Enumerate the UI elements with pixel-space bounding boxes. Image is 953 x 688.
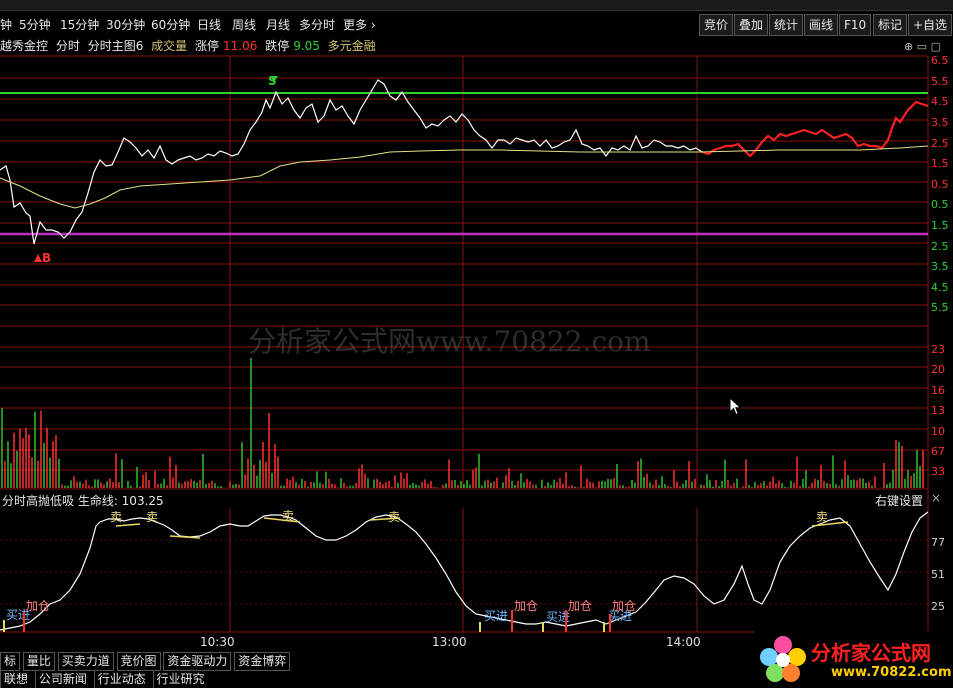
sell-signal: 卖 [282, 509, 294, 523]
volume-axis-label: 67 [931, 445, 945, 458]
price-axis-label: 0.5 [931, 198, 949, 211]
tab-fund-game[interactable]: 资金博弈 [234, 652, 291, 671]
price-panel: SB [0, 74, 929, 265]
average-price-line [0, 145, 929, 209]
price-axis-label: 4.5 [931, 281, 949, 294]
price-axis-label: 0.5 [931, 178, 949, 191]
price-axis-label: 6.5 [931, 54, 949, 67]
site-logo: 分析家公式网 www.70822.com [755, 631, 953, 688]
sell-signal: 卖 [388, 510, 400, 524]
add-position-signal: 加仓 [612, 599, 636, 613]
price-axis-label: 2.5 [931, 240, 949, 253]
tab-industry-research[interactable]: 行业研究 [152, 671, 208, 688]
tab-industry-news[interactable]: 行业动态 [93, 671, 149, 688]
add-position-signal: 加仓 [568, 599, 592, 613]
tab-company-news[interactable]: 公司新闻 [34, 671, 90, 688]
price-axis-label: 5.5 [931, 75, 949, 88]
indicator-axis-label: 77 [931, 536, 945, 549]
price-axis-label: 1.5 [931, 219, 949, 232]
volume-axis-label: 23 [931, 343, 945, 356]
add-position-signal: 加仓 [26, 599, 50, 613]
indicator-tabs: 标 量比 买卖力道 竞价图 资金驱动力 资金博弈 [0, 652, 291, 671]
buy-signal: 买进 [484, 609, 508, 623]
price-axis-label: 2.5 [931, 137, 949, 150]
sell-signal: 卖 [146, 510, 158, 524]
time-axis-label: 14:00 [666, 635, 701, 649]
add-position-signal: 加仓 [514, 599, 538, 613]
buy-marker: B [42, 251, 51, 265]
mouse-cursor-icon [729, 397, 742, 416]
logo-url: www.70822.com [831, 665, 952, 680]
time-axis-label: 13:00 [432, 635, 467, 649]
buy-arrow-icon [34, 254, 42, 262]
tab-buy-sell-force[interactable]: 买卖力道 [57, 652, 114, 671]
tab-related[interactable]: 联想 [0, 671, 31, 688]
volume-axis-label: 33 [931, 465, 945, 478]
right-click-settings[interactable]: 右键设置 [875, 492, 923, 509]
time-axis-label: 10:30 [200, 635, 235, 649]
close-indicator-icon[interactable]: × [931, 491, 941, 505]
price-axis-label: 3.5 [931, 116, 949, 129]
price-axis-label: 4.5 [931, 95, 949, 108]
volume-axis-label: 13 [931, 404, 945, 417]
flower-logo-icon [760, 636, 806, 682]
indicator-axis-label: 25 [931, 600, 945, 613]
sell-signal: 卖 [110, 510, 122, 524]
price-axis-label: 3.5 [931, 260, 949, 273]
tab-auction-chart[interactable]: 竞价图 [116, 652, 161, 671]
watermark: 分析家公式网www.70822.com [248, 325, 651, 358]
tab-volume-ratio[interactable]: 量比 [22, 652, 55, 671]
sell-signal: 卖 [816, 510, 828, 524]
indicator-axis-label: 51 [931, 568, 945, 581]
tab-fund-drive[interactable]: 资金驱动力 [163, 652, 232, 671]
indicator-panel: 卖卖卖卖卖买进 买进 买进 买进加仓 加仓 加仓 加仓 [0, 509, 929, 632]
indicator-title: 分时高抛低吸 生命线: 103.25 [2, 494, 164, 508]
indicator-highlight [115, 523, 141, 527]
indicator-line [0, 511, 929, 631]
volume-axis-label: 16 [931, 384, 945, 397]
price-axis-label: 1.5 [931, 157, 949, 170]
tab-indicator[interactable]: 标 [0, 652, 21, 671]
volume-axis-label: 20 [931, 363, 945, 376]
logo-title: 分析家公式网 [811, 641, 931, 665]
price-axis-label: 5.5 [931, 301, 949, 314]
info-tabs: 联想 公司新闻 行业动态 行业研究 [0, 671, 208, 688]
volume-axis-label: 10 [931, 425, 945, 438]
